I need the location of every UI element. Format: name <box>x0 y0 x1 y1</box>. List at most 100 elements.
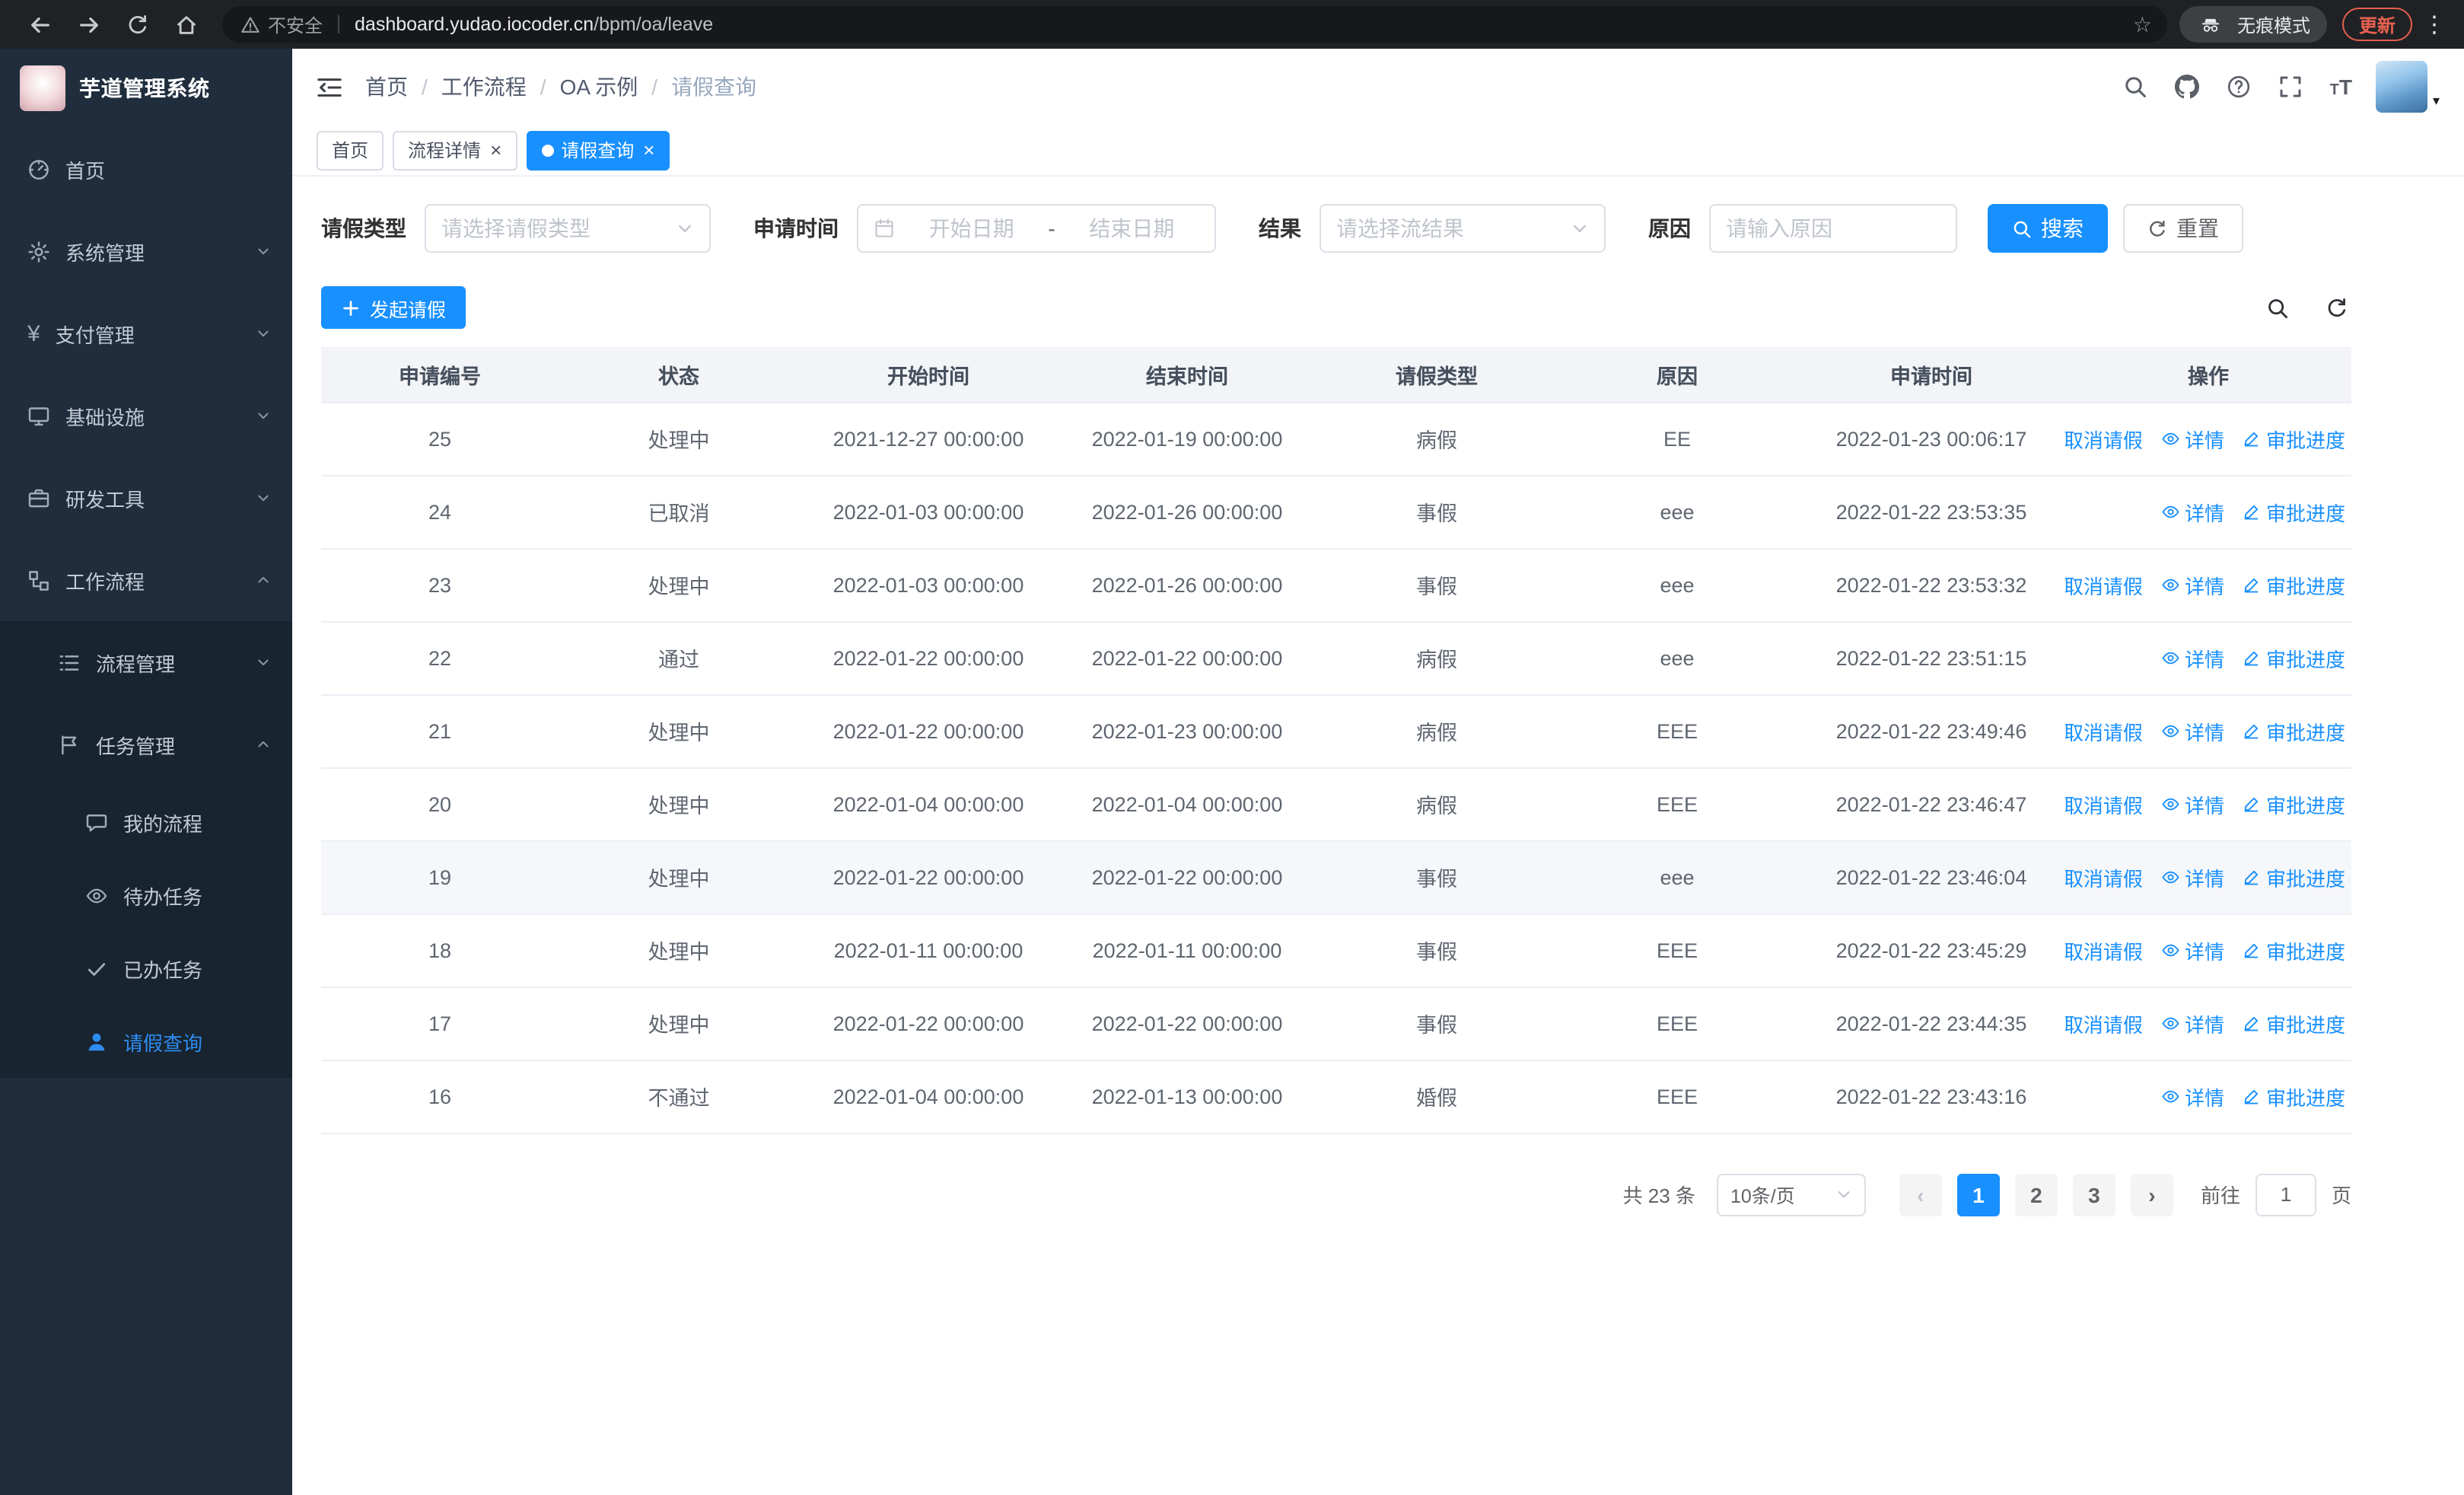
sidebar-item-label: 支付管理 <box>55 324 135 346</box>
create-leave-button[interactable]: 发起请假 <box>321 286 466 329</box>
toggle-search-icon[interactable] <box>2266 296 2289 319</box>
close-tab-icon[interactable]: × <box>643 140 654 160</box>
prev-page-button[interactable]: ‹ <box>1899 1173 1942 1216</box>
apply-time-cell: 2022-01-22 23:51:15 <box>1797 621 2065 695</box>
start-time-cell: 2022-01-03 00:00:00 <box>799 475 1058 549</box>
bookmark-star-icon[interactable]: ☆ <box>2133 14 2152 35</box>
forward-icon[interactable] <box>68 5 108 44</box>
apply-time-cell: 2022-01-22 23:53:32 <box>1797 548 2065 622</box>
detail-link[interactable]: 详情 <box>2161 716 2224 745</box>
update-button[interactable]: 更新 <box>2341 8 2412 41</box>
sidebar-item-my-process[interactable]: 我的流程 <box>0 786 292 859</box>
chevron-down-icon <box>256 408 271 423</box>
cancel-leave-link[interactable]: 取消请假 <box>2065 570 2143 599</box>
detail-link[interactable]: 详情 <box>2161 1009 2224 1038</box>
page-button-3[interactable]: 3 <box>2072 1173 2115 1216</box>
gear-icon <box>27 240 50 263</box>
sidebar-item-task-mgmt[interactable]: 任务管理 <box>0 703 292 786</box>
refresh-table-icon[interactable] <box>2326 296 2348 319</box>
detail-link[interactable]: 详情 <box>2161 497 2224 526</box>
github-icon[interactable] <box>2174 75 2199 99</box>
approval-progress-link[interactable]: 审批进度 <box>2243 497 2345 526</box>
address-bar[interactable]: 不安全 dashboard.yudao.iocoder.cn/bpm/oa/le… <box>222 6 2167 43</box>
detail-link[interactable]: 详情 <box>2161 936 2224 964</box>
goto-page-input[interactable] <box>2255 1173 2316 1216</box>
next-page-button[interactable]: › <box>2130 1173 2173 1216</box>
sidebar-item-home[interactable]: 首页 <box>0 128 292 210</box>
breadcrumb-item[interactable]: 首页 <box>365 72 408 102</box>
cancel-leave-link[interactable]: 取消请假 <box>2065 1009 2143 1038</box>
sidebar-item-workflow[interactable]: 工作流程 <box>0 539 292 621</box>
sidebar-item-label: 基础设施 <box>65 406 145 429</box>
search-button[interactable]: 搜索 <box>1988 204 2108 253</box>
approval-progress-link[interactable]: 审批进度 <box>2243 570 2345 599</box>
sidebar-item-todo-tasks[interactable]: 待办任务 <box>0 859 292 932</box>
leave-type-select[interactable]: 请选择请假类型 <box>425 204 711 253</box>
approval-progress-link[interactable]: 审批进度 <box>2243 424 2345 453</box>
tab-leave-query[interactable]: 请假查询 × <box>526 130 670 170</box>
operations: 取消请假 详情 审批进度 <box>2065 716 2345 745</box>
start-time-cell: 2022-01-22 00:00:00 <box>799 694 1058 768</box>
apply-time-range-picker[interactable]: 开始日期 - 结束日期 <box>857 204 1216 253</box>
reason-cell: EEE <box>1557 913 1797 987</box>
sidebar-item-devtools[interactable]: 研发工具 <box>0 457 292 539</box>
approval-progress-link[interactable]: 审批进度 <box>2243 1009 2345 1038</box>
cancel-leave-link[interactable]: 取消请假 <box>2065 716 2143 745</box>
reset-button[interactable]: 重置 <box>2123 204 2243 253</box>
sidebar-item-process-mgmt[interactable]: 流程管理 <box>0 621 292 703</box>
approval-progress-link[interactable]: 审批进度 <box>2243 862 2345 891</box>
page-size-select[interactable]: 10条/页 <box>1716 1173 1866 1216</box>
approval-progress-link[interactable]: 审批进度 <box>2243 1082 2345 1111</box>
sidebar-item-system[interactable]: 系统管理 <box>0 210 292 292</box>
approval-progress-link[interactable]: 审批进度 <box>2243 643 2345 672</box>
cancel-leave-link[interactable]: 取消请假 <box>2065 789 2143 818</box>
cancel-leave-link[interactable]: 取消请假 <box>2065 936 2143 964</box>
detail-link[interactable]: 详情 <box>2161 862 2224 891</box>
result-select[interactable]: 请选择流结果 <box>1320 204 1606 253</box>
user-menu[interactable]: ▾ <box>2376 61 2440 113</box>
detail-link[interactable]: 详情 <box>2161 424 2224 453</box>
font-size-icon[interactable]: TT <box>2330 75 2352 99</box>
reason-input[interactable] <box>1726 216 1940 241</box>
back-icon[interactable] <box>20 5 59 44</box>
breadcrumb-item[interactable]: OA 示例 <box>560 72 638 102</box>
detail-link[interactable]: 详情 <box>2161 789 2224 818</box>
sidebar-collapse-icon[interactable] <box>317 74 342 100</box>
end-time-cell: 2022-01-26 00:00:00 <box>1058 475 1316 549</box>
tab-home[interactable]: 首页 <box>317 130 384 170</box>
cancel-leave-link[interactable]: 取消请假 <box>2065 862 2143 891</box>
detail-link[interactable]: 详情 <box>2161 570 2224 599</box>
cancel-leave-link[interactable]: 取消请假 <box>2065 424 2143 453</box>
approval-progress-link[interactable]: 审批进度 <box>2243 936 2345 964</box>
app-logo[interactable]: 芋道管理系统 <box>0 49 292 128</box>
application-id-cell: 23 <box>321 548 559 622</box>
security-status[interactable]: 不安全 <box>240 11 323 37</box>
tab-process-detail[interactable]: 流程详情 × <box>393 130 517 170</box>
approval-progress-link[interactable]: 审批进度 <box>2243 789 2345 818</box>
approval-progress-link-label: 审批进度 <box>2265 429 2345 451</box>
approval-progress-link[interactable]: 审批进度 <box>2243 716 2345 745</box>
breadcrumb-item[interactable]: 工作流程 <box>441 72 527 102</box>
close-tab-icon[interactable]: × <box>490 140 501 160</box>
apply-time-cell: 2022-01-22 23:49:46 <box>1797 694 2065 768</box>
reload-icon[interactable] <box>117 5 157 44</box>
help-icon[interactable] <box>2227 75 2251 99</box>
calendar-icon <box>874 218 895 239</box>
url-domain: dashboard.yudao.iocoder.cn <box>355 14 594 35</box>
browser-menu-icon[interactable]: ⋮ <box>2423 13 2446 36</box>
detail-link[interactable]: 详情 <box>2161 643 2224 672</box>
search-icon[interactable] <box>2123 75 2147 99</box>
approval-progress-link-label: 审批进度 <box>2265 648 2345 671</box>
page-button-1[interactable]: 1 <box>1956 1173 2000 1216</box>
sidebar-item-done-tasks[interactable]: 已办任务 <box>0 932 292 1005</box>
avatar[interactable] <box>2376 61 2428 113</box>
fullscreen-icon[interactable] <box>2278 75 2303 99</box>
detail-link-label: 详情 <box>2184 502 2224 524</box>
url-text[interactable]: dashboard.yudao.iocoder.cn/bpm/oa/leave <box>355 14 2127 35</box>
detail-link[interactable]: 详情 <box>2161 1082 2224 1111</box>
sidebar-item-payment[interactable]: ¥ 支付管理 <box>0 292 292 375</box>
browser-home-icon[interactable] <box>166 5 205 44</box>
page-button-2[interactable]: 2 <box>2014 1173 2058 1216</box>
sidebar-item-leave-query[interactable]: 请假查询 <box>0 1005 292 1078</box>
sidebar-item-infrastructure[interactable]: 基础设施 <box>0 375 292 457</box>
